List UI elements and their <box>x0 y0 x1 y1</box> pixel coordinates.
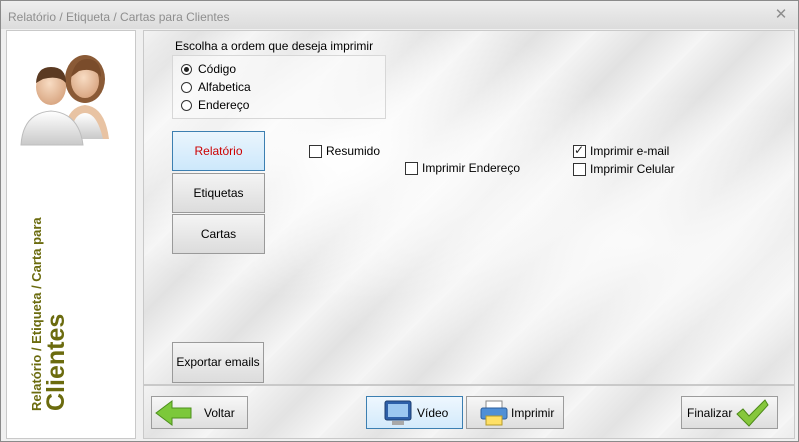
imprimir-email-checkbox[interactable] <box>573 143 586 158</box>
window-title: Relatório / Etiqueta / Cartas para Clien… <box>8 10 230 24</box>
title-bar: Relatório / Etiqueta / Cartas para Clien… <box>1 1 798 29</box>
radio-alfabetica[interactable]: Alfabetica <box>181 80 251 94</box>
printer-icon <box>480 400 508 425</box>
voltar-button[interactable]: Voltar <box>151 396 248 429</box>
radio-alfabetica-label: Alfabetica <box>198 80 251 94</box>
main-panel: Escolha a ordem que deseja imprimir Códi… <box>143 30 795 385</box>
tab-relatorio[interactable]: Relatório <box>172 131 265 171</box>
imprimir-label: Imprimir <box>511 405 555 420</box>
radio-endereco[interactable]: Endereço <box>181 98 249 112</box>
radio-endereco-label: Endereço <box>198 98 250 112</box>
order-label: Escolha a ordem que deseja imprimir <box>175 39 374 53</box>
monitor-icon <box>384 400 412 425</box>
finalizar-label: Finalizar <box>687 405 733 420</box>
video-button[interactable]: Vídeo <box>366 396 463 429</box>
tab-etiquetas[interactable]: Etiquetas <box>172 173 265 213</box>
order-radio-group: Código Alfabetica Endereço <box>172 55 386 119</box>
radio-alfabetica-indicator[interactable] <box>181 81 192 93</box>
resumido-checkbox[interactable] <box>309 144 322 158</box>
radio-codigo[interactable]: Código <box>181 62 236 76</box>
users-icon <box>20 55 109 146</box>
checkmark-icon <box>736 398 769 427</box>
finalizar-button[interactable]: Finalizar <box>681 396 778 429</box>
export-emails-button[interactable]: Exportar emails <box>172 342 264 383</box>
resumido-label: Resumido <box>326 144 381 158</box>
radio-endereco-indicator[interactable] <box>181 99 192 111</box>
arrow-left-icon <box>155 399 192 426</box>
imprimir-endereco-option[interactable]: Imprimir Endereço <box>405 161 520 175</box>
tab-cartas[interactable]: Cartas <box>172 214 265 254</box>
imprimir-celular-label: Imprimir Celular <box>590 162 675 176</box>
imprimir-celular-checkbox[interactable] <box>573 162 586 176</box>
radio-codigo-label: Código <box>198 62 237 76</box>
report-window: Relatório / Etiqueta / Cartas para Clien… <box>0 0 799 442</box>
imprimir-email-label: Imprimir e-mail <box>590 144 670 158</box>
left-panel-heading: Clientes <box>42 313 70 411</box>
imprimir-endereco-checkbox[interactable] <box>405 161 418 175</box>
close-icon[interactable]: ✕ <box>768 5 794 25</box>
radio-codigo-indicator[interactable] <box>181 63 192 75</box>
imprimir-button[interactable]: Imprimir <box>466 396 564 429</box>
imprimir-email-option[interactable]: Imprimir e-mail <box>573 143 670 158</box>
imprimir-celular-option[interactable]: Imprimir Celular <box>573 162 675 176</box>
video-label: Vídeo <box>417 405 449 420</box>
left-panel-title: Relatório / Etiqueta / Carta para Client… <box>29 217 71 411</box>
voltar-label: Voltar <box>204 405 235 420</box>
footer-bar: Voltar Vídeo Imprimir Finalizar <box>143 385 795 439</box>
left-panel: Relatório / Etiqueta / Carta para Client… <box>6 30 136 439</box>
imprimir-endereco-label: Imprimir Endereço <box>422 161 521 175</box>
resumido-option[interactable]: Resumido <box>309 144 380 158</box>
